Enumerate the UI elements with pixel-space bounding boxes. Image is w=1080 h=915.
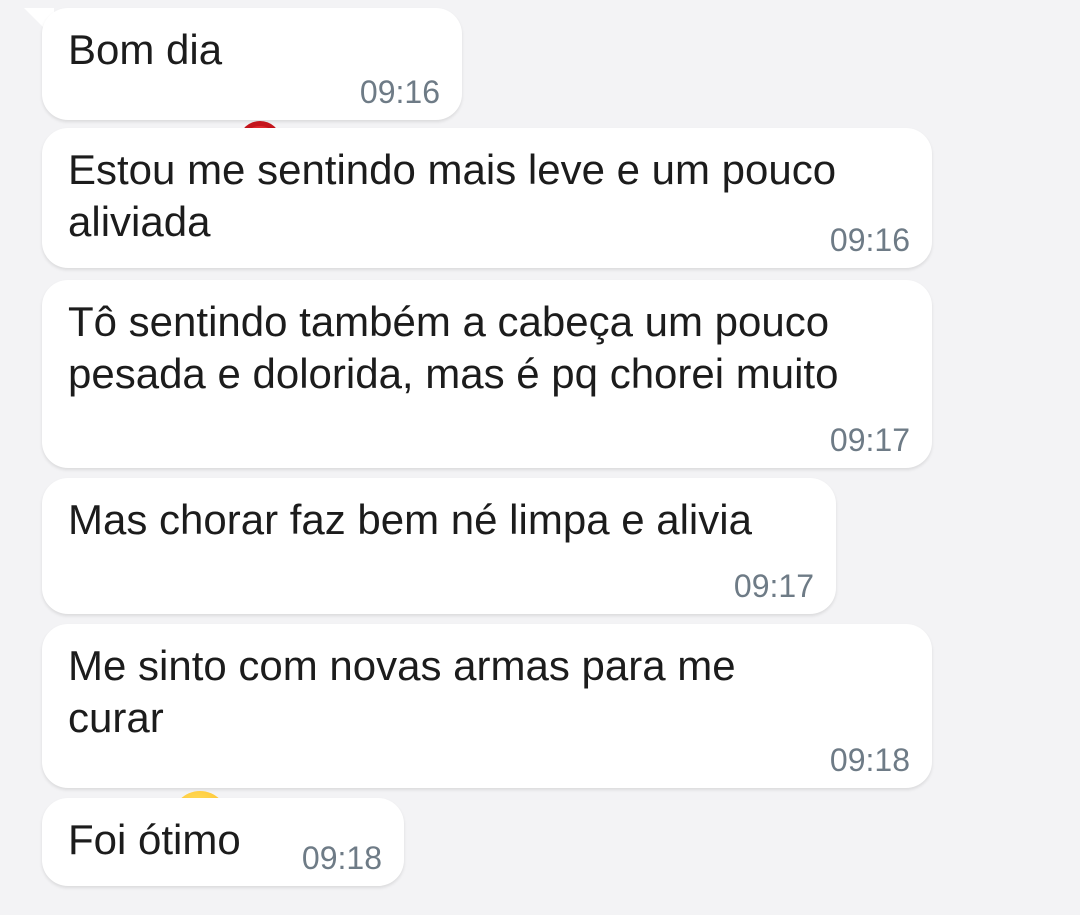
message-time: 09:18 [301,840,382,876]
message-text: Tô sentindo também a cabeça um pouco pes… [68,298,839,397]
kissing-face-icon [170,683,234,847]
message-bubble[interactable]: Foi ótimo 09:18 [42,798,404,886]
message-time: 09:18 [829,742,910,778]
message-text: Bom dia [68,24,436,181]
message-bubble[interactable]: Bom dia 09:16 [42,8,462,181]
message-bubble[interactable]: Me sinto com novas armas para me curar 0… [42,624,932,847]
message-time: 09:17 [829,422,910,458]
message-text: Me sinto com novas armas para me curar [68,640,906,847]
message-time: 09:16 [829,222,910,258]
chat-history[interactable]: Bom dia 09:16 Estou me sentindo mais lev… [0,0,1080,893]
message-time: 09:17 [733,568,814,604]
rose-icon [232,13,288,181]
message-bubble[interactable]: Estou me sentindo mais leve e um pouco a… [42,128,932,268]
message-bubble[interactable]: Tô sentindo também a cabeça um pouco pes… [42,280,932,468]
message-text: Estou me sentindo mais leve e um pouco a… [68,146,837,245]
message-bubble[interactable]: Mas chorar faz bem né limpa e alivia 09:… [42,478,836,614]
message-text: Mas chorar faz bem né limpa e alivia [68,496,752,543]
message-time: 09:16 [359,74,440,110]
